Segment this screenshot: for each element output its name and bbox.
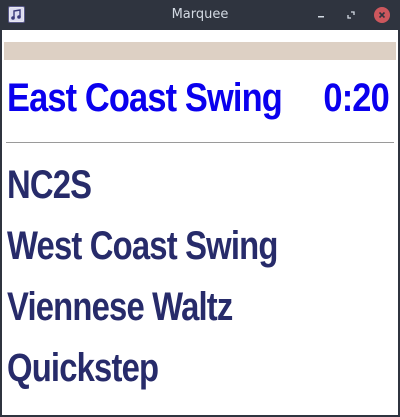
- close-icon: [378, 11, 386, 19]
- title-bar[interactable]: Marquee: [0, 0, 400, 30]
- progress-fill: [4, 42, 396, 60]
- divider: [6, 142, 394, 143]
- close-button[interactable]: [374, 7, 390, 23]
- marquee-window: Marquee East Coast Swing 0:20 NC2S West …: [0, 0, 400, 417]
- list-item: NC2S: [7, 163, 92, 207]
- minimize-icon: [318, 16, 324, 18]
- upcoming-dances-list: NC2S West Coast Swing Viennese Waltz Qui…: [7, 156, 397, 400]
- maximize-button[interactable]: [343, 7, 359, 23]
- marquee-content: East Coast Swing 0:20 NC2S West Coast Sw…: [2, 30, 398, 415]
- list-item: Viennese Waltz: [7, 285, 233, 329]
- window-title: Marquee: [171, 7, 229, 22]
- list-item: West Coast Swing: [7, 224, 278, 268]
- now-playing: East Coast Swing 0:20: [7, 70, 390, 126]
- maximize-icon: [347, 11, 355, 19]
- list-item: Quickstep: [7, 346, 159, 390]
- elapsed-time: 0:20: [323, 76, 389, 120]
- minimize-button[interactable]: [313, 7, 329, 23]
- current-dance: East Coast Swing: [7, 76, 283, 120]
- song-progress-bar: [4, 42, 396, 60]
